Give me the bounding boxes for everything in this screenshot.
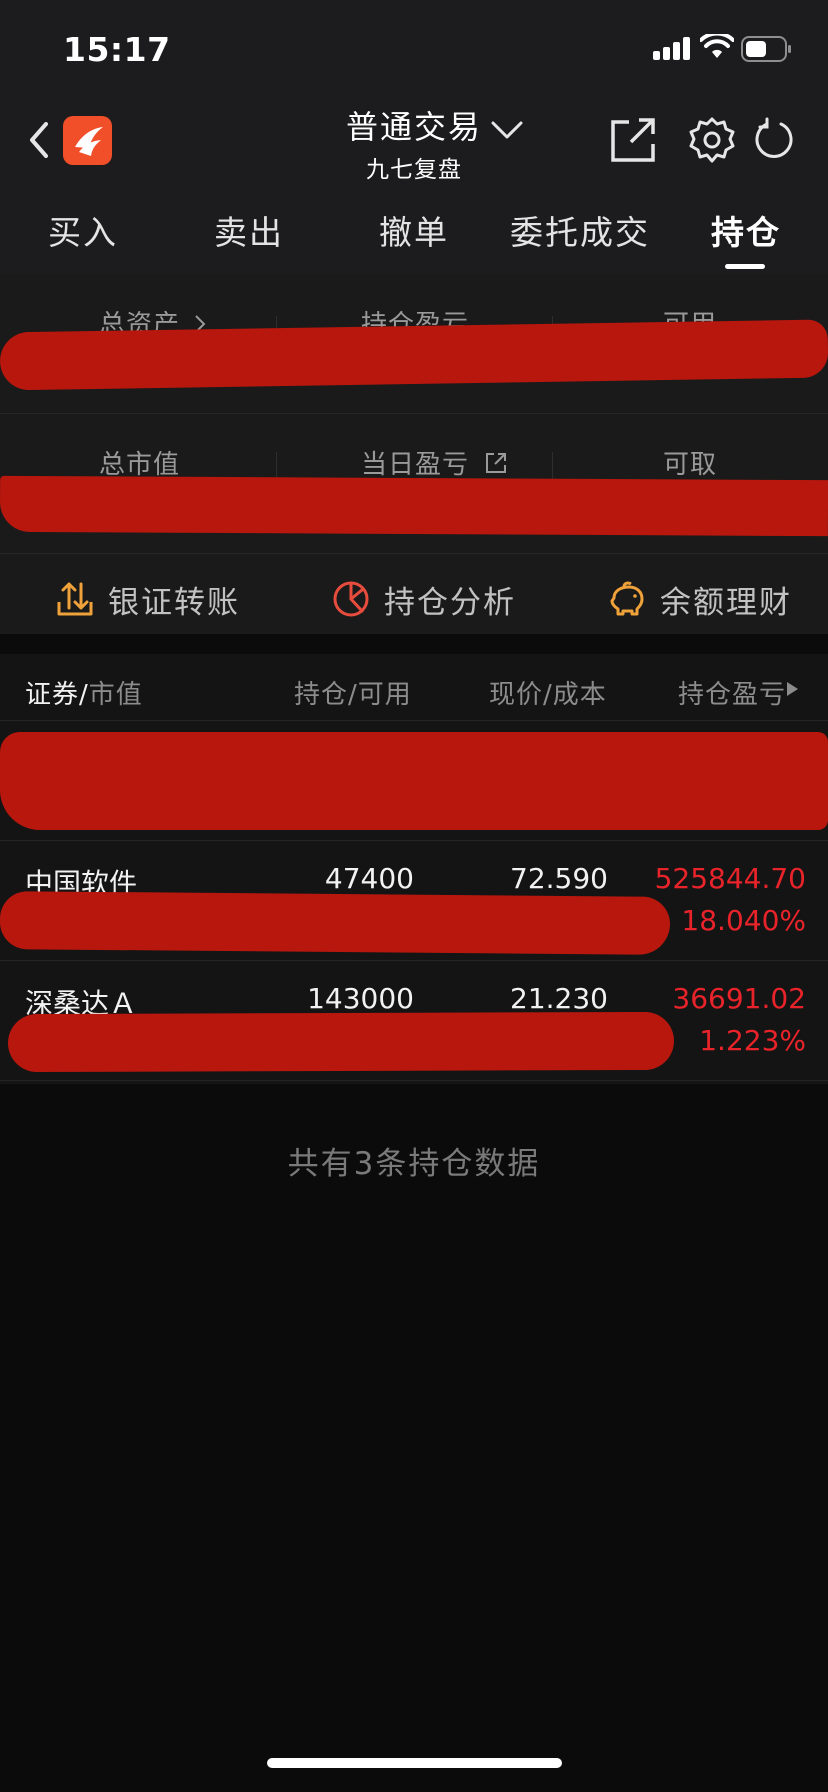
tab-sell[interactable]: 卖出 <box>214 206 284 254</box>
trading-screen: { "status_bar": { "time": "15:17" }, "he… <box>0 0 828 1792</box>
divider <box>276 452 277 480</box>
divider <box>0 553 828 554</box>
header: 普通交易 九七复盘 <box>0 100 828 190</box>
tab-positions[interactable]: 持仓 <box>711 206 781 254</box>
column-header-holdings[interactable]: 持仓/可用 <box>294 674 412 711</box>
divider <box>0 960 828 961</box>
holding-quantity: 47400 <box>324 862 414 895</box>
piggy-bank-icon <box>610 581 644 616</box>
redaction-mark <box>0 475 828 537</box>
divider <box>552 452 553 480</box>
status-time: 15:17 <box>63 30 171 69</box>
header-slash: / <box>79 680 89 710</box>
account-type-selector[interactable]: 普通交易 九七复盘 <box>300 100 530 190</box>
daily-pnl-link[interactable]: 当日盈亏 <box>361 444 508 481</box>
account-name: 九七复盘 <box>366 157 462 183</box>
tab-buy[interactable]: 买入 <box>48 206 118 254</box>
current-price: 72.590 <box>510 862 608 895</box>
active-tab-indicator <box>725 264 765 269</box>
battery-icon <box>741 36 791 62</box>
sort-arrow-icon[interactable] <box>787 682 798 696</box>
divider <box>0 840 828 841</box>
column-header-position-pnl[interactable]: 持仓盈亏 <box>678 674 786 711</box>
holdings-count-text: 共有3条持仓数据 <box>287 1146 541 1182</box>
pie-chart-icon <box>333 581 369 617</box>
refresh-icon[interactable] <box>754 116 796 162</box>
divider <box>0 720 828 721</box>
account-summary: 总资产 持仓盈亏 可用 总市值 当日盈亏 可取 <box>0 274 828 634</box>
bank-transfer-button[interactable]: 银证转账 <box>56 574 240 624</box>
external-link-icon <box>486 453 507 473</box>
trade-tabs: 买入 卖出 撤单 委托成交 持仓 <box>0 190 828 274</box>
chevron-down-icon <box>491 121 523 139</box>
bank-transfer-label: 银证转账 <box>108 584 240 621</box>
position-analysis-label: 持仓分析 <box>384 584 516 621</box>
column-header-security[interactable]: 证券/市值 <box>25 674 143 711</box>
security-header: 证券 <box>25 680 80 710</box>
cellular-signal-icon <box>653 36 691 60</box>
withdrawable-label: 可取 <box>663 450 718 480</box>
current-price: 21.230 <box>510 982 608 1015</box>
holdings-table: 证券/市值 持仓/可用 现价/成本 持仓盈亏 中国软件 47400 72.590… <box>0 654 828 1084</box>
tab-orders-trades[interactable]: 委托成交 <box>510 206 650 254</box>
transfer-arrows-icon <box>57 582 93 616</box>
redaction-mark <box>7 1011 675 1073</box>
holding-quantity: 143000 <box>307 982 414 1015</box>
market-value-header: 市值 <box>88 680 143 710</box>
position-analysis-button[interactable]: 持仓分析 <box>332 574 516 624</box>
tab-cancel-order[interactable]: 撤单 <box>379 206 449 254</box>
wifi-icon <box>700 34 734 58</box>
home-indicator[interactable] <box>267 1758 562 1768</box>
back-arrow-icon[interactable] <box>24 118 54 162</box>
divider <box>0 413 828 414</box>
balance-finance-button[interactable]: 余额理财 <box>608 574 792 624</box>
page-title: 普通交易 <box>346 108 483 146</box>
position-pnl-value: 36691.02 <box>672 982 806 1015</box>
gear-icon[interactable] <box>688 116 736 164</box>
redaction-mark <box>0 732 828 830</box>
daily-pnl-label: 当日盈亏 <box>361 450 470 480</box>
divider <box>0 1080 828 1081</box>
balance-finance-label: 余额理财 <box>660 584 792 621</box>
redaction-mark <box>0 319 828 391</box>
status-bar: 15:17 <box>0 0 828 100</box>
broker-logo-icon <box>75 127 103 156</box>
external-link-icon[interactable] <box>609 116 657 164</box>
position-pnl-value: 525844.70 <box>654 862 806 895</box>
app-logo[interactable] <box>63 116 112 165</box>
redaction-mark <box>0 891 671 955</box>
column-header-price-cost[interactable]: 现价/成本 <box>489 674 607 711</box>
